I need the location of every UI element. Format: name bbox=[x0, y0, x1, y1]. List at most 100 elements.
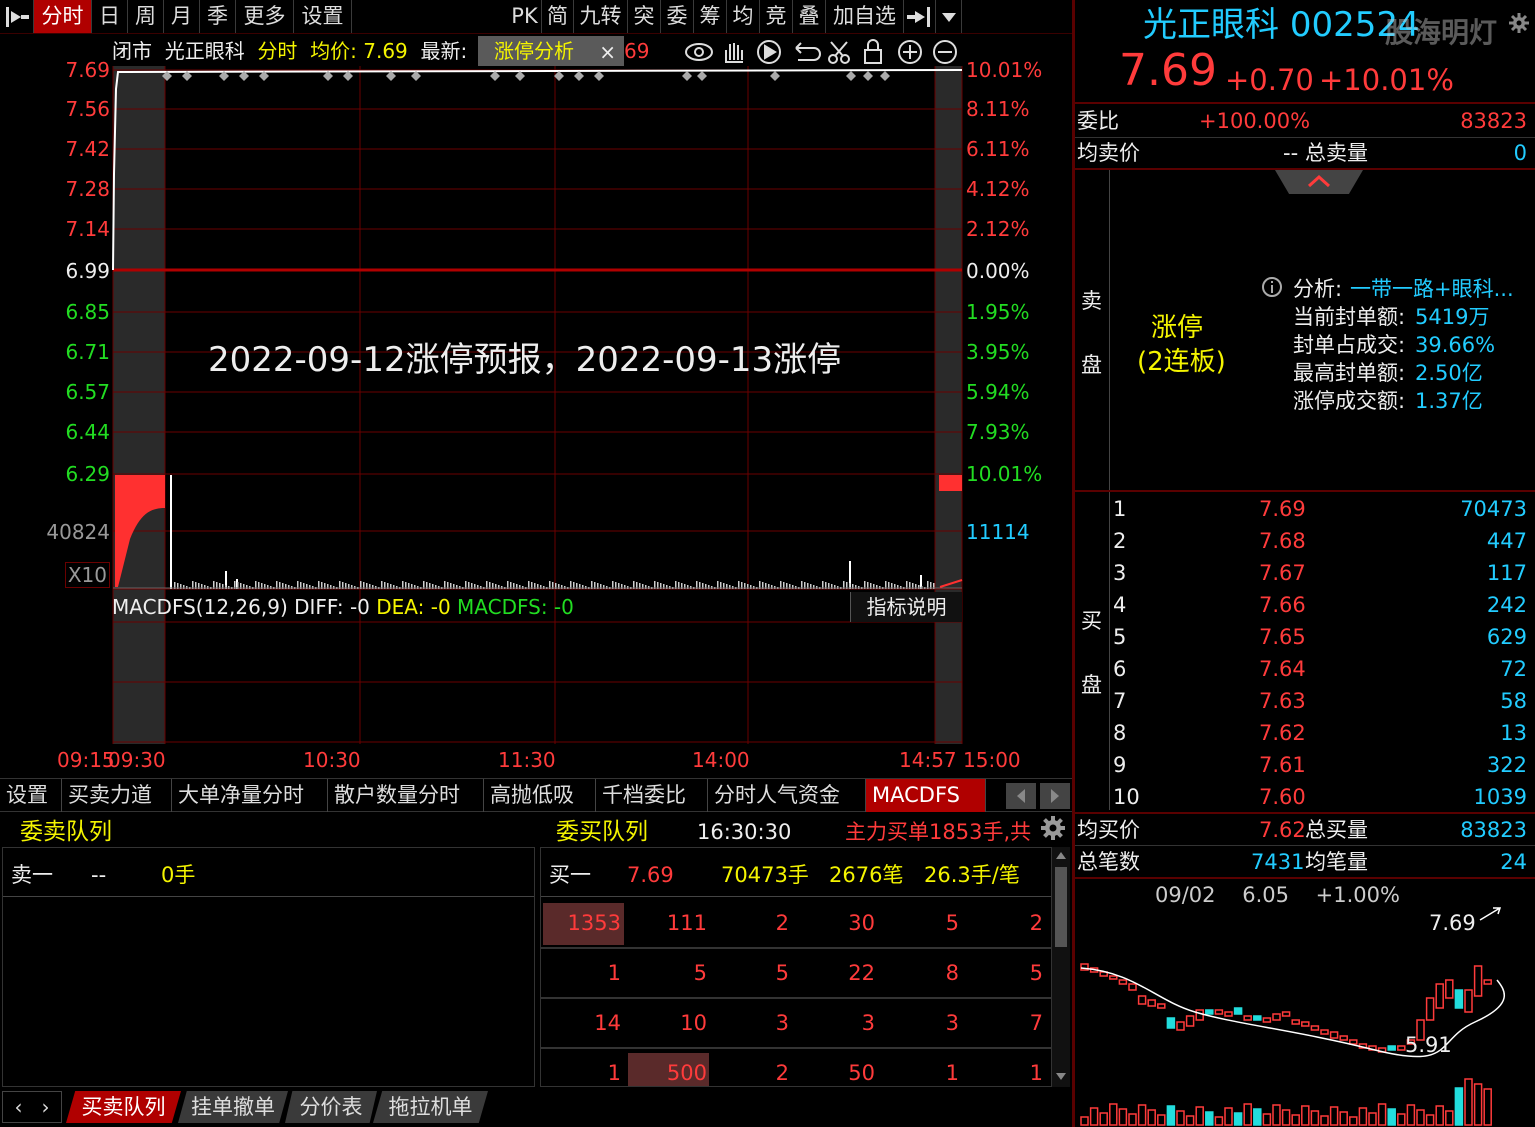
mini-kline-chart[interactable]: 09/02 6.05 +1.00% 7.69 5.91 bbox=[1075, 880, 1535, 1127]
tab-high-sell-low-buy[interactable]: 高抛低吸 bbox=[484, 779, 596, 812]
time-tick: 09:30 bbox=[108, 748, 166, 772]
pct-tick: 6.11% bbox=[966, 137, 1030, 161]
tab-price-table[interactable]: 分价表 bbox=[285, 1091, 377, 1123]
bid-price[interactable]: 7.69 bbox=[1259, 496, 1306, 522]
tool-simple[interactable]: 简 bbox=[542, 0, 574, 33]
bid-volume[interactable]: 72 bbox=[1500, 656, 1527, 682]
bid-price[interactable]: 7.66 bbox=[1259, 592, 1306, 618]
pct-tick: 0.00% bbox=[966, 259, 1030, 283]
tab-buy-sell-force[interactable]: 买卖力道 bbox=[62, 779, 172, 812]
buy-one-price: 7.69 bbox=[627, 863, 674, 887]
play-icon[interactable] bbox=[757, 40, 781, 64]
tool-chou[interactable]: 筹 bbox=[694, 0, 727, 33]
tab-order-cancel[interactable]: 挂单撤单 bbox=[178, 1091, 288, 1123]
bid-level[interactable]: 3 bbox=[1113, 560, 1126, 586]
eye-icon[interactable] bbox=[685, 43, 713, 61]
tab-big-order-net[interactable]: 大单净量分时 bbox=[172, 779, 328, 812]
bid-level[interactable]: 6 bbox=[1113, 656, 1126, 682]
hand-icon[interactable] bbox=[725, 43, 743, 63]
indicator-help-button[interactable]: 指标说明 bbox=[850, 592, 962, 622]
dropdown-icon[interactable] bbox=[936, 0, 962, 33]
bid-level[interactable]: 7 bbox=[1113, 688, 1126, 714]
bid-level[interactable]: 2 bbox=[1113, 528, 1126, 554]
tab-thousand-level-ratio[interactable]: 千档委比 bbox=[596, 779, 708, 812]
kline-volume-bar bbox=[1387, 1108, 1396, 1126]
queue-cell: 5 bbox=[693, 961, 707, 985]
bid-price[interactable]: 7.62 bbox=[1259, 720, 1306, 746]
zoom-out-icon[interactable] bbox=[933, 40, 957, 64]
bid-level[interactable]: 5 bbox=[1113, 624, 1126, 650]
volume-multiplier[interactable]: X10 bbox=[64, 562, 110, 588]
tool-pk[interactable]: PK bbox=[508, 0, 542, 33]
limit-up-analysis-popup[interactable]: 涨停分析 × bbox=[478, 36, 624, 66]
kline-volume-bar bbox=[1262, 1113, 1272, 1126]
bid-volume[interactable]: 58 bbox=[1500, 688, 1527, 714]
bid-price[interactable]: 7.60 bbox=[1259, 784, 1306, 810]
next-icon[interactable]: › bbox=[42, 1095, 50, 1119]
close-icon[interactable]: × bbox=[599, 37, 616, 67]
bid-price[interactable]: 7.64 bbox=[1259, 656, 1306, 682]
tab-popularity-funds[interactable]: 分时人气资金 bbox=[708, 779, 866, 812]
tab-retail-count[interactable]: 散户数量分时 bbox=[328, 779, 484, 812]
bid-level[interactable]: 8 bbox=[1113, 720, 1126, 746]
bid-price[interactable]: 7.63 bbox=[1259, 688, 1306, 714]
kline-volume-bar bbox=[1425, 1114, 1435, 1126]
bid-level[interactable]: 10 bbox=[1113, 784, 1140, 810]
collapse-sell-button[interactable] bbox=[1275, 170, 1363, 194]
bid-volume[interactable]: 117 bbox=[1487, 560, 1527, 586]
tool-jing[interactable]: 竞 bbox=[760, 0, 793, 33]
collapse-right-icon[interactable] bbox=[904, 0, 936, 33]
tool-jun[interactable]: 均 bbox=[727, 0, 760, 33]
order-queue-panel: 委卖队列 委买队列 16:30:30 主力买单1853手,共 卖一 -- 0手 … bbox=[0, 813, 1072, 1127]
gear-icon[interactable] bbox=[1040, 815, 1066, 845]
tool-die[interactable]: 叠 bbox=[793, 0, 826, 33]
undo-icon[interactable] bbox=[795, 42, 821, 61]
bid-price[interactable]: 7.68 bbox=[1259, 528, 1306, 554]
tab-week[interactable]: 周 bbox=[128, 0, 164, 33]
tab-month[interactable]: 月 bbox=[164, 0, 200, 33]
bid-volume[interactable]: 70473 bbox=[1460, 496, 1527, 522]
volume-max-right: 11114 bbox=[966, 520, 1030, 544]
bid-level[interactable]: 1 bbox=[1113, 496, 1126, 522]
scissors-icon[interactable] bbox=[828, 41, 850, 64]
avg-sell-value: -- bbox=[1283, 141, 1299, 165]
bid-volume[interactable]: 13 bbox=[1500, 720, 1527, 746]
sell-one-price: -- bbox=[91, 863, 107, 887]
add-watchlist-button[interactable]: 加自选 bbox=[826, 0, 904, 33]
tab-indicator-settings[interactable]: 设置 bbox=[0, 779, 62, 812]
prev-icon[interactable]: ‹ bbox=[14, 1095, 22, 1119]
bid-level[interactable]: 4 bbox=[1113, 592, 1126, 618]
intraday-chart[interactable] bbox=[0, 34, 1072, 778]
bid-volume[interactable]: 322 bbox=[1487, 752, 1527, 778]
bid-price[interactable]: 7.65 bbox=[1259, 624, 1306, 650]
scroll-left-icon[interactable] bbox=[1006, 783, 1036, 809]
queue-cell: 14 bbox=[594, 1011, 621, 1035]
kline-volume-bar bbox=[1464, 1078, 1473, 1126]
info-icon[interactable] bbox=[1261, 276, 1283, 302]
scroll-right-icon[interactable] bbox=[1040, 783, 1070, 809]
tool-wei[interactable]: 委 bbox=[661, 0, 694, 33]
tab-quarter[interactable]: 季 bbox=[200, 0, 236, 33]
analysis-value[interactable]: 一带一路+眼科... bbox=[1350, 276, 1514, 302]
bid-volume[interactable]: 629 bbox=[1487, 624, 1527, 650]
zoom-in-icon[interactable] bbox=[898, 40, 922, 64]
tab-more[interactable]: 更多 bbox=[236, 0, 294, 33]
bid-volume[interactable]: 1039 bbox=[1474, 784, 1527, 810]
lock-icon[interactable] bbox=[864, 39, 882, 64]
tab-macdfs[interactable]: MACDFS bbox=[866, 779, 986, 812]
tab-buy-sell-queue[interactable]: 买卖队列 bbox=[66, 1091, 181, 1123]
bid-price[interactable]: 7.67 bbox=[1259, 560, 1306, 586]
tool-jiuzhuan[interactable]: 九转 bbox=[574, 0, 628, 33]
tool-tu[interactable]: 突 bbox=[628, 0, 661, 33]
indicator-tabs: 设置 买卖力道 大单净量分时 散户数量分时 高抛低吸 千档委比 分时人气资金 M… bbox=[0, 778, 1072, 812]
bid-price[interactable]: 7.61 bbox=[1259, 752, 1306, 778]
settings-gear-icon[interactable] bbox=[1508, 12, 1530, 38]
bid-volume[interactable]: 447 bbox=[1487, 528, 1527, 554]
tab-tractor-orders[interactable]: 拖拉机单 bbox=[373, 1091, 488, 1123]
kline-candle bbox=[1272, 1013, 1281, 1021]
queue-nav: ‹ › bbox=[2, 1091, 62, 1123]
tab-settings[interactable]: 设置 bbox=[294, 0, 352, 33]
queue-scrollbar[interactable] bbox=[1052, 847, 1070, 1087]
bid-level[interactable]: 9 bbox=[1113, 752, 1126, 778]
bid-volume[interactable]: 242 bbox=[1487, 592, 1527, 618]
